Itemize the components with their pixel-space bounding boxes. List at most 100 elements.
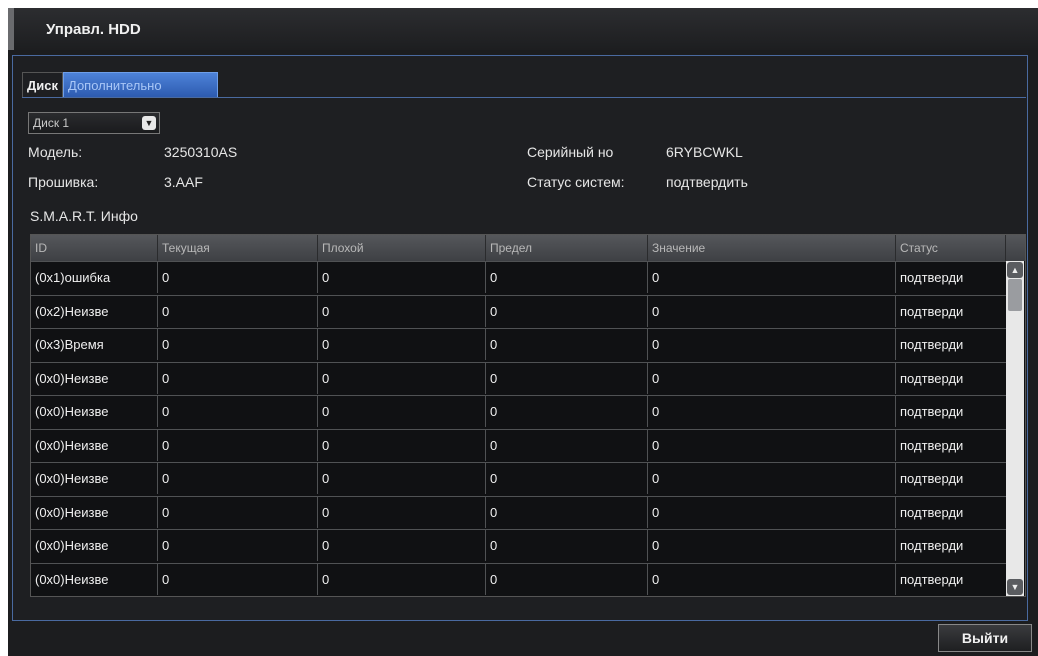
- scroll-up-icon[interactable]: ▲: [1007, 262, 1023, 278]
- tab-divider: [22, 97, 1026, 98]
- status-value: подтвердить: [666, 174, 748, 190]
- table-cell: (0x3)Время: [31, 329, 158, 360]
- table-cell: (0x0)Неизве: [31, 563, 158, 595]
- table-row[interactable]: (0x0)Неизве 0 0 0 0 подтверди: [31, 395, 1006, 427]
- table-row[interactable]: (0x0)Неизве 0 0 0 0 подтверди: [31, 562, 1006, 595]
- table-cell: 0: [318, 563, 486, 595]
- table-cell: 0: [318, 396, 486, 427]
- table-cell: 0: [158, 396, 318, 427]
- table-cell: (0x0)Неизве: [31, 429, 158, 461]
- table-cell: 0: [318, 530, 486, 561]
- table-cell: 0: [158, 329, 318, 360]
- table-cell: 0: [486, 463, 648, 494]
- table-cell: (0x1)ошибка: [31, 262, 158, 293]
- table-cell: 0: [318, 295, 486, 327]
- serial-value: 6RYBCWKL: [666, 144, 743, 160]
- table-cell: 0: [648, 496, 896, 528]
- scrollbar[interactable]: ▲ ▼: [1006, 261, 1024, 596]
- smart-table: ID Текущая Плохой Предел Значение Статус (0x1…: [30, 234, 1026, 597]
- table-cell: 0: [486, 530, 648, 561]
- table-cell: 0: [648, 396, 896, 427]
- table-cell: 0: [318, 496, 486, 528]
- chevron-down-icon[interactable]: ▼: [142, 116, 156, 130]
- table-cell: подтверди: [900, 270, 964, 285]
- smart-title: S.M.A.R.T. Инфо: [30, 208, 138, 224]
- table-cell: 0: [648, 530, 896, 561]
- table-cell: 0: [486, 563, 648, 595]
- table-cell: 0: [318, 262, 486, 293]
- table-cell: подтверди: [900, 471, 964, 486]
- table-cell: (0x0)Неизве: [31, 463, 158, 494]
- table-cell: (0x0)Неизве: [31, 496, 158, 528]
- table-row[interactable]: (0x0)Неизве 0 0 0 0 подтверди: [31, 361, 1006, 394]
- table-cell: подтверди: [900, 437, 964, 453]
- table-cell: 0: [158, 262, 318, 293]
- column-header: ID: [31, 235, 158, 261]
- table-header: ID Текущая Плохой Предел Значение Статус: [31, 235, 1025, 261]
- serial-label: Серийный но: [527, 144, 614, 160]
- window-title: Управл. HDD: [46, 21, 141, 38]
- table-cell: 0: [486, 396, 648, 427]
- column-header: Плохой: [318, 235, 486, 261]
- firmware-label: Прошивка:: [28, 174, 99, 190]
- table-cell: 0: [158, 530, 318, 561]
- table-row[interactable]: (0x2)Неизве 0 0 0 0 подтверди: [31, 294, 1006, 327]
- table-cell: 0: [648, 262, 896, 293]
- table-cell: 0: [486, 362, 648, 394]
- table-cell: (0x0)Неизве: [31, 362, 158, 394]
- column-header: Значение: [648, 235, 896, 261]
- table-row[interactable]: (0x3)Время 0 0 0 0 подтверди: [31, 328, 1006, 360]
- table-cell: подтверди: [900, 370, 964, 386]
- table-cell: 0: [486, 329, 648, 360]
- firmware-value: 3.AAF: [164, 174, 203, 190]
- table-cell: 0: [486, 496, 648, 528]
- table-cell: 0: [158, 295, 318, 327]
- scroll-thumb[interactable]: [1008, 279, 1022, 311]
- table-row[interactable]: (0x0)Неизве 0 0 0 0 подтверди: [31, 428, 1006, 461]
- table-row[interactable]: (0x0)Неизве 0 0 0 0 подтверди: [31, 495, 1006, 528]
- table-cell: (0x0)Неизве: [31, 396, 158, 427]
- tab-bar: Диск Дополнительно: [22, 72, 218, 98]
- table-cell: (0x0)Неизве: [31, 530, 158, 561]
- table-cell: 0: [158, 563, 318, 595]
- table-cell: 0: [318, 329, 486, 360]
- disk-select[interactable]: Диск 1 ▼: [28, 112, 160, 134]
- table-cell: 0: [486, 295, 648, 327]
- table-cell: 0: [158, 496, 318, 528]
- column-header: Предел: [486, 235, 648, 261]
- table-cell: подтверди: [900, 504, 964, 520]
- tab-advanced[interactable]: Дополнительно: [63, 72, 218, 98]
- table-cell: 0: [158, 463, 318, 494]
- table-cell: 0: [648, 463, 896, 494]
- table-cell: подтверди: [900, 337, 964, 352]
- model-label: Модель:: [28, 144, 83, 160]
- table-cell: подтверди: [900, 404, 964, 419]
- table-cell: 0: [318, 429, 486, 461]
- table-cell: подтверди: [900, 303, 964, 319]
- table-cell: 0: [318, 362, 486, 394]
- table-row[interactable]: (0x1)ошибка 0 0 0 0 подтверди: [31, 261, 1006, 293]
- table-cell: 0: [648, 563, 896, 595]
- exit-button[interactable]: Выйти: [938, 624, 1032, 652]
- table-cell: 0: [486, 262, 648, 293]
- table-cell: 0: [486, 429, 648, 461]
- column-header: Текущая: [158, 235, 318, 261]
- table-cell: 0: [158, 429, 318, 461]
- table-cell: 0: [648, 362, 896, 394]
- table-cell: 0: [318, 463, 486, 494]
- disk-select-value: Диск 1: [33, 116, 70, 130]
- column-header: Статус: [896, 235, 1006, 261]
- model-value: 3250310AS: [164, 144, 238, 160]
- table-cell: 0: [158, 362, 318, 394]
- status-label: Статус систем:: [527, 174, 625, 190]
- tab-disk[interactable]: Диск: [22, 72, 63, 98]
- table-row[interactable]: (0x0)Неизве 0 0 0 0 подтверди: [31, 529, 1006, 561]
- table-cell: подтверди: [900, 571, 964, 587]
- table-row[interactable]: (0x0)Неизве 0 0 0 0 подтверди: [31, 462, 1006, 494]
- table-cell: (0x2)Неизве: [31, 295, 158, 327]
- table-cell: 0: [648, 295, 896, 327]
- table-cell: подтверди: [900, 538, 964, 553]
- table-cell: 0: [648, 329, 896, 360]
- title-bar: Управл. HDD: [8, 8, 1038, 50]
- scroll-down-icon[interactable]: ▼: [1007, 579, 1023, 595]
